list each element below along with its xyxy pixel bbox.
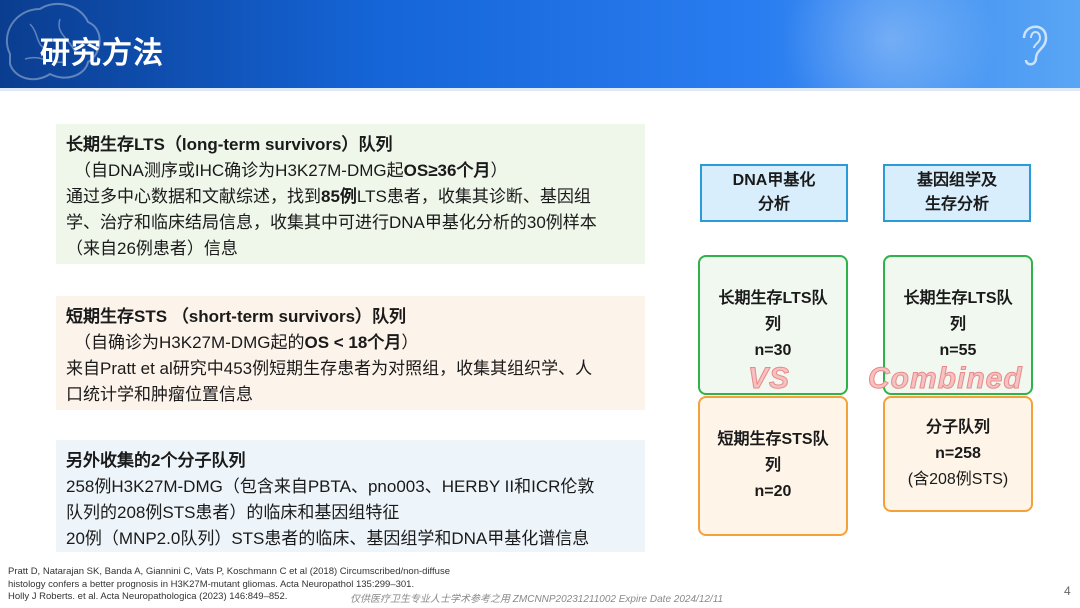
lts-heading: 长期生存LTS（long-term survivors）队列	[66, 135, 393, 154]
dna-sts-label: 短期生存STS队	[717, 431, 829, 448]
molecular-cohort-label: 分子队列	[925, 419, 990, 436]
dna-lts-label2: 列	[764, 316, 781, 333]
sts-os-threshold: OS < 18个月	[304, 333, 402, 352]
header-divider	[0, 88, 1080, 91]
genomics-survival-header: 基因组学及 生存分析	[883, 164, 1031, 222]
sts-heading: 短期生存STS （short-term survivors）队列	[66, 307, 407, 326]
dna-header-l1: DNA甲基化	[732, 172, 816, 189]
lts-desc-line1: 通过多中心数据和文献综述，找到85例LTS患者，收集其诊断、基因组	[66, 184, 633, 210]
reference-1-line1: Pratt D, Natarajan SK, Banda A, Giannini…	[8, 566, 450, 577]
lts-criteria-close: ）	[490, 161, 508, 180]
dna-methylation-header: DNA甲基化 分析	[700, 164, 848, 222]
molecular-line2: 队列的208例STS患者）的临床和基因组特征	[66, 503, 400, 522]
lts-count: 85例	[321, 187, 357, 206]
genomics-lts-n: n=55	[939, 342, 977, 359]
molecular-line1: 258例H3K27M-DMG（包含来自PBTA、pno003、HERBY II和…	[66, 477, 595, 496]
sts-criteria-close: ）	[401, 333, 419, 352]
genomics-header-l1: 基因组学及	[916, 172, 997, 189]
lts-criteria-text: （自DNA测序或IHC确诊为H3K27M-DMG起	[74, 161, 404, 180]
genomics-header-l2: 生存分析	[924, 196, 989, 213]
header-glow	[760, 0, 1020, 88]
watermark: 仅供医疗卫生专业人士学术参考之用 ZMCNNP20231211002 Expir…	[350, 594, 724, 605]
lts-cohort-block: 长期生存LTS（long-term survivors）队列 （自DNA测序或I…	[56, 124, 645, 264]
dna-sts-n: n=20	[754, 483, 792, 500]
vs-label: VS	[747, 362, 791, 396]
dna-lts-n: n=30	[754, 342, 792, 359]
dna-sts-box: 短期生存STS队 列 n=20	[698, 396, 848, 536]
lts-criteria: （自DNA测序或IHC确诊为H3K27M-DMG起OS≥36个月）	[66, 158, 633, 184]
genomics-lts-label2: 列	[949, 316, 966, 333]
lts-desc-text: 通过多中心数据和文献综述，找到	[66, 187, 321, 206]
sts-criteria: （自确诊为H3K27M-DMG起的OS < 18个月）	[66, 330, 633, 356]
sts-cohort-block: 短期生存STS （short-term survivors）队列 （自确诊为H3…	[56, 296, 645, 410]
molecular-line3: 20例（MNP2.0队列）STS患者的临床、基因组学和DNA甲基化谱信息	[66, 529, 590, 548]
dna-lts-label: 长期生存LTS队	[718, 290, 828, 307]
dna-sts-label2: 列	[764, 457, 781, 474]
lts-desc-line2: 学、治疗和临床结局信息，收集其中可进行DNA甲基化分析的30例样本	[66, 213, 597, 232]
sts-desc-line2: 口统计学和肿瘤位置信息	[66, 385, 253, 404]
header-banner: 研究方法	[0, 0, 1080, 88]
ear-icon	[1022, 25, 1048, 66]
lts-desc-line3: （来自26例患者）信息	[66, 239, 238, 258]
genomics-lts-label: 长期生存LTS队	[903, 290, 1013, 307]
sts-criteria-text: （自确诊为H3K27M-DMG起的	[74, 333, 305, 352]
molecular-cohort-box: 分子队列 n=258 (含208例STS)	[883, 396, 1033, 512]
page-title: 研究方法	[40, 36, 164, 71]
lts-os-threshold: OS≥36个月	[403, 161, 491, 180]
molecular-cohorts-block: 另外收集的2个分子队列 258例H3K27M-DMG（包含来自PBTA、pno0…	[56, 440, 645, 552]
molecular-cohort-note: (含208例STS)	[907, 471, 1009, 488]
page-number: 4	[1064, 584, 1071, 598]
dna-header-l2: 分析	[757, 196, 790, 213]
molecular-heading: 另外收集的2个分子队列	[66, 451, 246, 470]
combined-label: Combined	[868, 362, 1023, 396]
sts-desc-line1: 来自Pratt et al研究中453例短期生存患者为对照组，收集其组织学、人	[66, 359, 593, 378]
molecular-cohort-n: n=258	[935, 445, 981, 462]
lts-desc-text2: LTS患者，收集其诊断、基因组	[356, 187, 591, 206]
